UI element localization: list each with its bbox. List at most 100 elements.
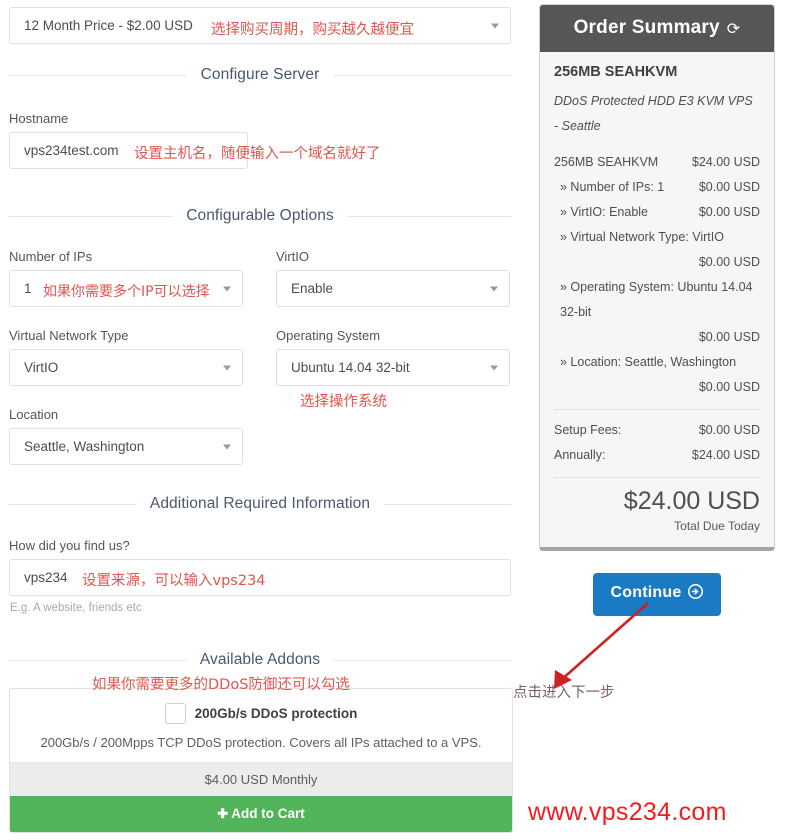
addon-price: $4.00 USD Monthly: [10, 762, 512, 796]
hostname-label: Hostname: [9, 111, 69, 126]
fee-label: Setup Fees:: [554, 423, 622, 437]
continue-button-wrap: Continue: [539, 573, 775, 616]
line-item-amount: $0.00 USD: [698, 380, 760, 394]
section-heading-configurable-options: Configurable Options: [9, 206, 511, 226]
line-item: » Number of IPs: 1 $0.00 USD: [554, 175, 760, 200]
divider-right: [347, 215, 511, 217]
virtio-value: Enable: [291, 281, 334, 296]
hostname-input[interactable]: vps234test.com: [9, 132, 248, 169]
number-of-ips-select[interactable]: 1: [9, 270, 243, 307]
find-us-input[interactable]: vps234: [9, 559, 511, 596]
location-value: Seattle, Washington: [24, 439, 145, 454]
addon-description: 200Gb/s / 200Mpps TCP DDoS protection. C…: [40, 735, 482, 750]
hostname-value: vps234test.com: [24, 143, 119, 158]
billing-cycle-value: 12 Month Price - $2.00 USD: [24, 18, 193, 33]
line-item: » Location: Seattle, Washington $0.00 US…: [554, 350, 760, 400]
line-item-label: 256MB SEAHKVM: [554, 155, 659, 169]
line-item: » Operating System: Ubuntu 14.04 32-bit …: [554, 275, 760, 350]
watermark: www.vps234.com: [528, 798, 727, 826]
divider-right: [334, 659, 511, 661]
refresh-icon[interactable]: ⟳: [727, 19, 741, 39]
section-heading-available-addons: Available Addons: [9, 650, 511, 670]
order-summary-header: Order Summary ⟳: [540, 5, 774, 52]
location-select[interactable]: Seattle, Washington: [9, 428, 243, 465]
plus-icon: ✚: [217, 806, 229, 821]
find-us-group: How did you find us? vps234 E.g. A websi…: [0, 538, 511, 614]
number-of-ips-label: Number of IPs: [9, 249, 93, 264]
line-item-amount: $0.00 USD: [698, 330, 760, 344]
total-label: Total Due Today: [674, 519, 760, 533]
virtio-select[interactable]: Enable: [276, 270, 510, 307]
operating-system-value: Ubuntu 14.04 32-bit: [291, 360, 410, 375]
location-group: Location Seattle, Washington: [0, 407, 243, 465]
line-item: » VirtIO: Enable $0.00 USD: [554, 200, 760, 225]
line-item-amount: $0.00 USD: [698, 180, 760, 194]
divider-left: [9, 74, 187, 76]
add-to-cart-label: Add to Cart: [231, 806, 305, 821]
virtual-network-type-value: VirtIO: [24, 360, 59, 375]
add-to-cart-button[interactable]: ✚ Add to Cart: [10, 796, 512, 832]
billing-cycle-select[interactable]: 12 Month Price - $2.00 USD: [9, 7, 511, 44]
find-us-label: How did you find us?: [9, 538, 130, 553]
operating-system-label: Operating System: [276, 328, 381, 343]
line-item-amount: $0.00 USD: [698, 255, 760, 269]
section-heading-text: Available Addons: [199, 651, 321, 668]
order-summary-title: Order Summary: [573, 17, 720, 38]
line-item: » Virtual Network Type: VirtIO $0.00 USD: [554, 225, 760, 275]
continue-button[interactable]: Continue: [592, 573, 722, 616]
divider: [554, 477, 760, 478]
chevron-down-icon: [223, 286, 231, 291]
virtual-network-type-group: Virtual Network Type VirtIO: [0, 328, 243, 386]
virtio-label: VirtIO: [276, 249, 309, 264]
virtual-network-type-select[interactable]: VirtIO: [9, 349, 243, 386]
order-configuration-form: 12 Month Price - $2.00 USD Configure Ser…: [0, 0, 520, 840]
section-heading-text: Configurable Options: [186, 207, 334, 224]
chevron-down-icon: [223, 365, 231, 370]
annotation-continue: 点击进入下一步: [513, 685, 615, 701]
line-item-label: » Operating System: Ubuntu 14.04 32-bit: [560, 280, 753, 319]
line-item-label: » Number of IPs: 1: [560, 180, 665, 194]
chevron-down-icon: [490, 365, 498, 370]
line-item-label: » VirtIO: Enable: [560, 205, 649, 219]
section-heading-additional-info: Additional Required Information: [9, 494, 512, 514]
operating-system-select[interactable]: Ubuntu 14.04 32-bit: [276, 349, 510, 386]
fee-row: Annually: $24.00 USD: [554, 443, 760, 468]
order-summary-body: 256MB SEAHKVM DDoS Protected HDD E3 KVM …: [540, 52, 774, 547]
divider-right: [384, 503, 512, 505]
total-amount: $24.00 USD: [623, 487, 760, 515]
divider-left: [9, 503, 136, 505]
fee-amount: $0.00 USD: [698, 423, 760, 437]
divider-right: [333, 74, 512, 76]
fee-label: Annually:: [554, 448, 606, 462]
chevron-down-icon: [490, 286, 498, 291]
number-of-ips-value: 1: [24, 281, 32, 296]
arrow-circle-right-icon: [688, 584, 704, 604]
fee-amount: $24.00 USD: [691, 448, 760, 462]
line-item-amount: $0.00 USD: [698, 205, 760, 219]
product-description: DDoS Protected HDD E3 KVM VPS - Seattle: [554, 94, 753, 133]
location-label: Location: [9, 407, 59, 422]
line-item-amount: $24.00 USD: [691, 155, 760, 169]
virtual-network-type-label: Virtual Network Type: [9, 328, 129, 343]
addon-checkbox[interactable]: [164, 703, 186, 724]
divider-left: [9, 659, 186, 661]
operating-system-group: Operating System Ubuntu 14.04 32-bit: [267, 328, 510, 386]
chevron-down-icon: [491, 23, 499, 28]
chevron-down-icon: [223, 444, 231, 449]
find-us-value: vps234: [24, 570, 68, 585]
addon-title: 200Gb/s DDoS protection: [194, 706, 358, 721]
find-us-help-text: E.g. A website, friends etc: [10, 602, 142, 614]
line-item-label: » Virtual Network Type: VirtIO: [560, 230, 724, 244]
section-heading-text: Additional Required Information: [149, 495, 371, 512]
virtio-group: VirtIO Enable: [267, 249, 510, 307]
fee-row: Setup Fees: $0.00 USD: [554, 418, 760, 443]
divider-left: [9, 215, 173, 217]
line-item: 256MB SEAHKVM $24.00 USD: [554, 150, 760, 175]
product-name: 256MB SEAHKVM: [554, 64, 678, 80]
number-of-ips-group: Number of IPs 1: [0, 249, 243, 307]
order-summary-column: Order Summary ⟳ 256MB SEAHKVM DDoS Protec…: [539, 4, 775, 616]
continue-label: Continue: [610, 584, 682, 601]
line-item-label: » Location: Seattle, Washington: [560, 355, 737, 369]
section-heading-text: Configure Server: [200, 66, 320, 83]
section-heading-configure-server: Configure Server: [9, 65, 512, 85]
